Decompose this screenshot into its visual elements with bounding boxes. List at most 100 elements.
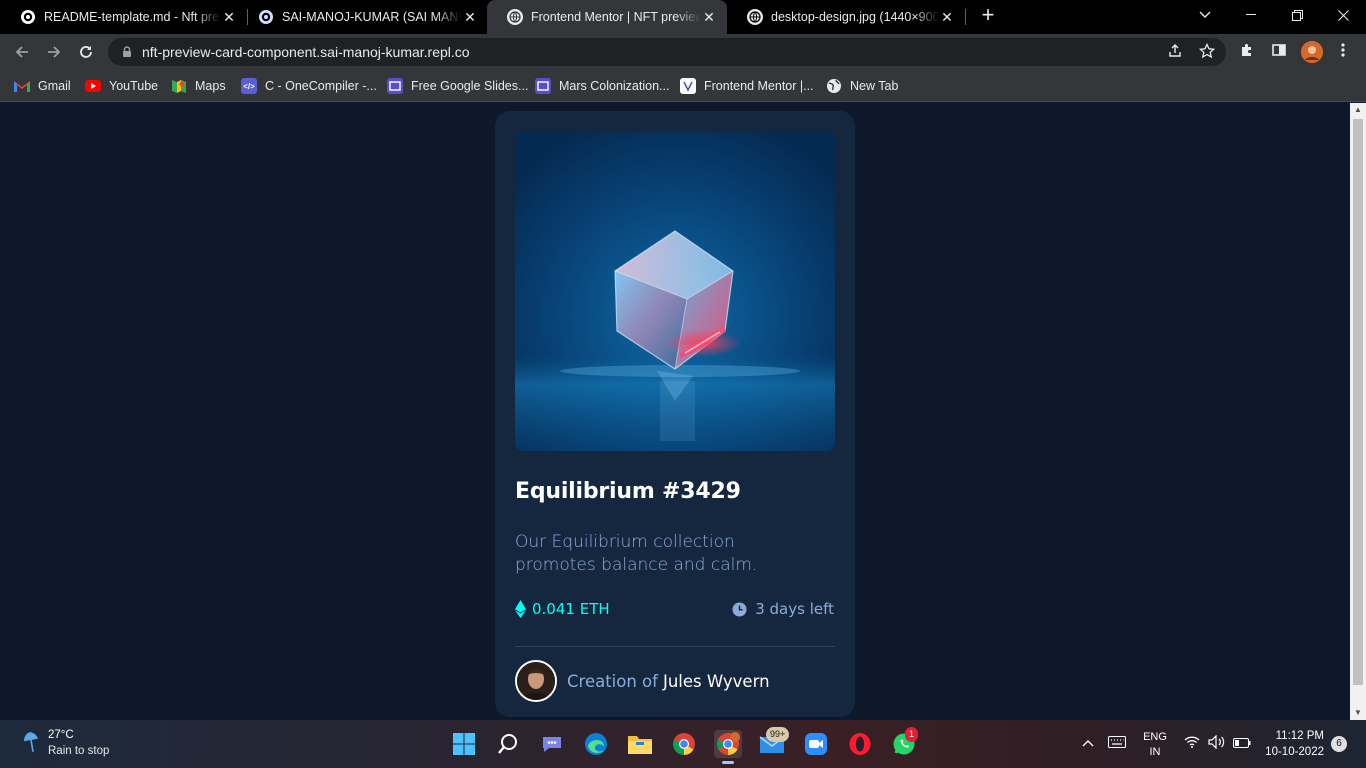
clock-time: 11:12 PM	[1275, 730, 1324, 742]
time-left: 3 days left	[755, 600, 834, 618]
maps-icon	[171, 78, 187, 94]
side-panel-icon[interactable]	[1269, 42, 1289, 62]
creator-avatar	[515, 660, 557, 702]
bookmark-mars-colonization[interactable]: Mars Colonization...	[535, 76, 669, 96]
tab-desktop-design[interactable]: desktop-design.jpg (1440×900) ✕	[727, 0, 965, 34]
teams-chat-icon[interactable]	[538, 730, 566, 758]
umbrella-icon	[24, 732, 38, 752]
close-tab-icon[interactable]: ✕	[221, 9, 237, 26]
close-window-icon[interactable]	[1320, 0, 1366, 30]
creator-prefix: Creation of	[567, 671, 658, 691]
windows-start-icon[interactable]	[450, 730, 478, 758]
close-tab-icon[interactable]: ✕	[701, 9, 717, 26]
price-value: 0.041 ETH	[532, 600, 610, 618]
tab-divider	[965, 9, 966, 25]
bookmark-star-icon[interactable]	[1198, 42, 1216, 61]
reload-icon[interactable]	[73, 39, 99, 65]
tab-title: SAI-MANOJ-KUMAR (SAI MANOJ KUMAR)	[282, 10, 462, 24]
chrome-profile-icon[interactable]	[714, 730, 742, 764]
ethereum-icon	[515, 600, 526, 618]
share-icon[interactable]	[1166, 43, 1184, 61]
close-tab-icon[interactable]: ✕	[939, 9, 955, 26]
weather-temperature: 27°C	[48, 729, 74, 741]
price-row: 0.041 ETH	[515, 600, 610, 618]
edge-browser-icon[interactable]	[582, 730, 610, 758]
nft-card: Equilibrium #3429 Our Equilibrium collec…	[495, 111, 855, 717]
nft-title[interactable]: Equilibrium #3429	[515, 479, 741, 504]
zoom-icon[interactable]	[802, 730, 830, 758]
chrome-menu-icon[interactable]	[1333, 42, 1353, 62]
bookmark-frontend-mentor[interactable]: Frontend Mentor |...	[680, 76, 814, 96]
frontendmentor-icon	[680, 78, 696, 94]
weather-condition: Rain to stop	[48, 745, 110, 757]
onecompiler-icon: </>	[241, 78, 257, 94]
bookmark-label: New Tab	[850, 79, 899, 93]
browser-toolbar: nft-preview-card-component.sai-manoj-kum…	[0, 34, 1366, 70]
keyboard-icon[interactable]	[1108, 736, 1126, 751]
bookmarks-bar: Gmail YouTube Maps </> C - OneCompiler -…	[0, 70, 1366, 102]
tab-title: desktop-design.jpg (1440×900)	[771, 10, 939, 24]
back-arrow-icon[interactable]	[9, 39, 35, 65]
globe-icon	[826, 78, 842, 94]
tab-readme[interactable]: README-template.md - Nft preview card co…	[0, 0, 247, 34]
whatsapp-badge: 1	[905, 727, 919, 742]
tab-title: Frontend Mentor | NFT preview card compo…	[531, 10, 701, 24]
minimize-icon[interactable]	[1228, 0, 1274, 30]
system-clock[interactable]: 11:12 PM 10-10-2022	[1256, 728, 1324, 760]
bookmark-onecompiler[interactable]: </> C - OneCompiler -...	[241, 76, 377, 96]
lock-icon	[123, 46, 131, 57]
notification-count-badge[interactable]: 6	[1331, 736, 1347, 752]
bookmark-label: Free Google Slides...	[411, 79, 529, 93]
slides-icon	[387, 78, 403, 94]
windows-taskbar: 27°C Rain to stop 99+ 1 ENG IN 11:12 PM …	[0, 720, 1366, 768]
globe-icon	[507, 9, 523, 25]
clock-date: 10-10-2022	[1265, 746, 1324, 758]
bookmark-label: Maps	[195, 79, 226, 93]
new-tab-button[interactable]: +	[976, 4, 1000, 28]
wifi-icon[interactable]	[1184, 736, 1200, 751]
address-bar[interactable]: nft-preview-card-component.sai-manoj-kum…	[108, 38, 1226, 66]
search-icon[interactable]	[494, 730, 522, 758]
bookmark-new-tab[interactable]: New Tab	[826, 76, 898, 96]
language-indicator[interactable]: ENG IN	[1140, 730, 1170, 760]
region-code: IN	[1149, 746, 1161, 758]
show-hidden-icons-chevron-icon[interactable]	[1082, 736, 1094, 750]
bookmark-youtube[interactable]: YouTube	[85, 76, 158, 96]
scroll-down-icon[interactable]: ▼	[1350, 706, 1366, 720]
url-text[interactable]: nft-preview-card-component.sai-manoj-kum…	[142, 44, 470, 60]
restore-icon[interactable]	[1274, 0, 1320, 30]
creator-name-link[interactable]: Jules Wyvern	[663, 672, 770, 691]
page-viewport: Equilibrium #3429 Our Equilibrium collec…	[0, 103, 1350, 720]
scrollbar-thumb[interactable]	[1353, 119, 1363, 685]
close-tab-icon[interactable]: ✕	[462, 9, 478, 26]
bookmark-google-slides[interactable]: Free Google Slides...	[387, 76, 528, 96]
weather-widget[interactable]: 27°C Rain to stop	[22, 728, 109, 759]
bookmark-gmail[interactable]: Gmail	[14, 76, 71, 96]
volume-icon[interactable]	[1208, 734, 1226, 752]
tab-profile[interactable]: SAI-MANOJ-KUMAR (SAI MANOJ KUMAR) ✕	[238, 0, 488, 34]
nft-image[interactable]	[515, 131, 835, 451]
file-explorer-icon[interactable]	[626, 730, 654, 758]
scroll-up-icon[interactable]: ▲	[1350, 103, 1366, 117]
language-code: ENG	[1143, 731, 1167, 743]
github-icon	[20, 9, 36, 25]
forward-arrow-icon[interactable]	[41, 39, 67, 65]
bookmark-label: YouTube	[109, 79, 159, 93]
extensions-puzzle-icon[interactable]	[1237, 42, 1257, 62]
card-divider	[515, 646, 835, 647]
bookmark-label: C - OneCompiler -...	[265, 79, 377, 93]
nft-description: Our Equilibrium collection promotes bala…	[515, 532, 758, 575]
profile-avatar-icon[interactable]	[1301, 41, 1323, 63]
slides-icon	[535, 78, 551, 94]
battery-icon[interactable]	[1233, 737, 1251, 751]
chrome-icon[interactable]	[670, 730, 698, 758]
bookmark-label: Frontend Mentor |...	[704, 79, 814, 93]
time-row: 3 days left	[732, 600, 834, 618]
clock-icon	[732, 602, 747, 616]
tab-frontend-mentor[interactable]: Frontend Mentor | NFT preview card compo…	[487, 0, 727, 34]
bookmark-maps[interactable]: Maps	[171, 76, 226, 96]
opera-icon[interactable]	[846, 730, 874, 758]
tab-search-icon[interactable]	[1182, 0, 1228, 30]
bookmark-label: Gmail	[38, 79, 71, 93]
page-scrollbar[interactable]: ▲ ▼	[1350, 103, 1366, 720]
